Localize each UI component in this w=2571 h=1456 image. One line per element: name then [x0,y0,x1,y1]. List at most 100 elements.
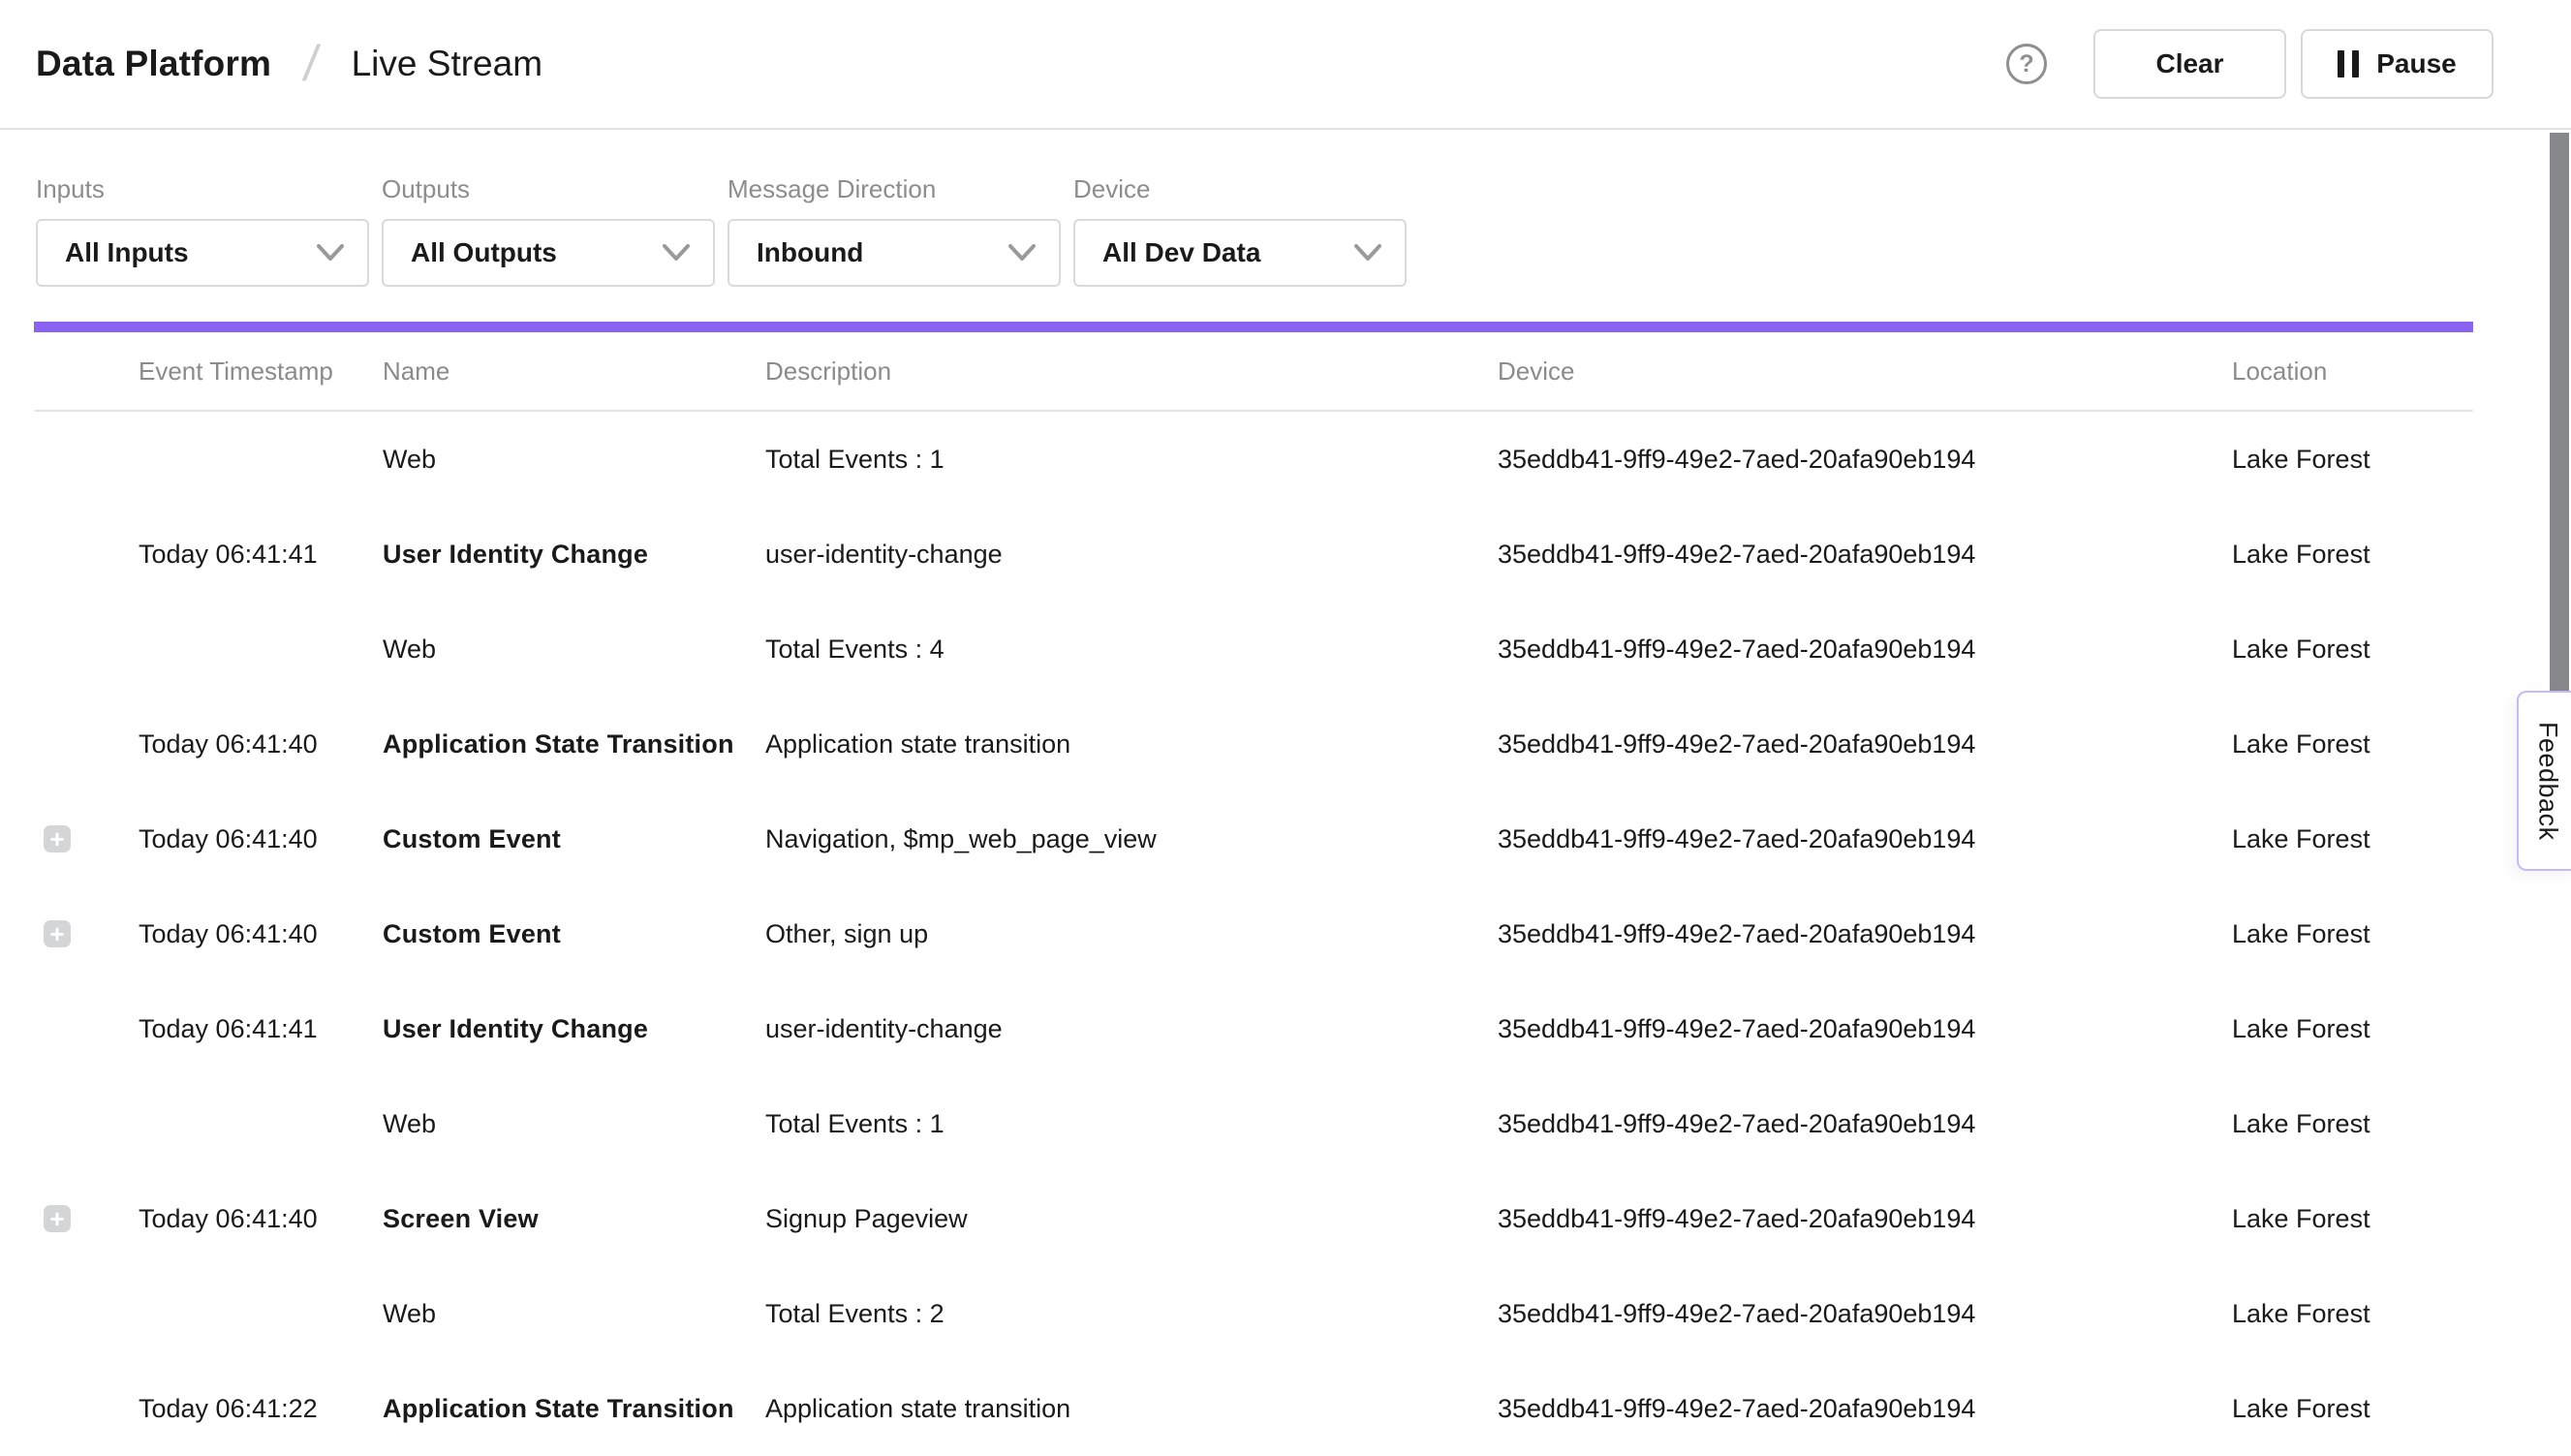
chevron-down-icon [1354,244,1381,262]
cell-location: Lake Forest [2232,1076,2370,1171]
inputs-select-value: All Inputs [65,237,189,268]
cell-location: Lake Forest [2232,791,2370,886]
cell-name: Application State Transition [383,1361,734,1456]
cell-name: Custom Event [383,886,561,981]
table-row: Today 06:41:41User Identity Changeuser-i… [0,507,2571,602]
column-header-description: Description [765,356,891,387]
breadcrumb-separator: / [301,39,323,89]
table-row: Web Total Events : 1 35eddb41-9ff9-49e2-7a… [0,412,2571,507]
filter-bar: Inputs All Inputs Outputs All Outputs Me… [0,130,2571,287]
page-title: Live Stream [352,44,542,84]
filter-label: Inputs [36,174,369,204]
table-row: WebTotal Events : 235eddb41-9ff9-49e2-7a… [0,1266,2571,1361]
expand-row-button[interactable]: + [44,825,71,852]
cell-event-timestamp: Today 06:41:41 [139,507,318,602]
column-header-event-timestamp: Event Timestamp [139,356,333,387]
cell-description: user-identity-change [765,981,1003,1076]
cell-device: 35eddb41-9ff9-49e2-7aed-20afa90eb194 [1498,791,1975,886]
top-bar-actions: ? Clear Pause [2006,29,2494,99]
cell-event-timestamp: Today 06:41:41 [139,981,318,1076]
cell-location: Lake Forest [2232,697,2370,791]
filter-device: Device All Dev Data [1073,174,1407,287]
column-header-location: Location [2232,356,2327,387]
table-row: Today 06:41:41 User Identity Change user-i… [0,981,2571,1076]
vertical-scrollbar-thumb[interactable] [2550,133,2569,720]
filter-label: Outputs [382,174,715,204]
cell-name: Web [383,1076,436,1171]
cell-location: Lake Forest [2232,602,2370,697]
column-header-device: Device [1498,356,1574,387]
table-row: +Today 06:41:40Custom EventNavigation, $… [0,791,2571,886]
event-stream-table: Web Total Events : 1 35eddb41-9ff9-49e2-7a… [0,412,2571,1456]
cell-description: Total Events : 2 [765,1266,945,1361]
cell-device: 35eddb41-9ff9-49e2-7aed-20afa90eb194 [1498,412,1975,507]
column-header-name: Name [383,356,449,387]
table-row: + Today 06:41:40 Custom Event Other, sign u… [0,886,2571,981]
cell-location: Lake Forest [2232,507,2370,602]
filter-label: Message Direction [728,174,1061,204]
feedback-tab-label: Feedback [2533,722,2563,841]
cell-name: User Identity Change [383,981,648,1076]
cell-description: Total Events : 4 [765,602,945,697]
cell-name: Custom Event [383,791,561,886]
device-select[interactable]: All Dev Data [1073,219,1407,287]
cell-location: Lake Forest [2232,1361,2370,1456]
cell-device: 35eddb41-9ff9-49e2-7aed-20afa90eb194 [1498,697,1975,791]
filter-message-direction: Message Direction Inbound [728,174,1061,287]
table-row: Today 06:41:22 Application State Transiti… [0,1361,2571,1456]
chevron-down-icon [317,244,344,262]
table-row: Web Total Events : 4 35eddb41-9ff9-49e2-7a… [0,602,2571,697]
message-direction-select[interactable]: Inbound [728,219,1061,287]
cell-device: 35eddb41-9ff9-49e2-7aed-20afa90eb194 [1498,981,1975,1076]
cell-description: Navigation, $mp_web_page_view [765,791,1157,886]
cell-event-timestamp: Today 06:41:40 [139,886,318,981]
cell-device: 35eddb41-9ff9-49e2-7aed-20afa90eb194 [1498,1361,1975,1456]
help-icon[interactable]: ? [2006,44,2047,84]
cell-location: Lake Forest [2232,1171,2370,1266]
outputs-select[interactable]: All Outputs [382,219,715,287]
cell-event-timestamp: Today 06:41:22 [139,1361,318,1456]
outputs-select-value: All Outputs [411,237,557,268]
message-direction-select-value: Inbound [757,237,863,268]
expand-row-button[interactable]: + [44,1205,71,1232]
chevron-down-icon [663,244,690,262]
cell-device: 35eddb41-9ff9-49e2-7aed-20afa90eb194 [1498,602,1975,697]
accent-divider [34,322,2473,332]
cell-name: Web [383,412,436,507]
table-row: +Today 06:41:40Screen ViewSignup Pagevie… [0,1171,2571,1266]
table-row: Today 06:41:40 Application State Transiti… [0,697,2571,791]
cell-location: Lake Forest [2232,886,2370,981]
cell-description: user-identity-change [765,507,1003,602]
cell-name: Web [383,602,436,697]
cell-description: Other, sign up [765,886,928,981]
breadcrumb: Data Platform / Live Stream [36,39,542,89]
cell-description: Total Events : 1 [765,1076,945,1171]
cell-device: 35eddb41-9ff9-49e2-7aed-20afa90eb194 [1498,886,1975,981]
chevron-down-icon [1008,244,1036,262]
cell-device: 35eddb41-9ff9-49e2-7aed-20afa90eb194 [1498,1266,1975,1361]
table-row: WebTotal Events : 135eddb41-9ff9-49e2-7a… [0,1076,2571,1171]
cell-device: 35eddb41-9ff9-49e2-7aed-20afa90eb194 [1498,1171,1975,1266]
cell-name: Application State Transition [383,697,734,791]
filter-outputs: Outputs All Outputs [382,174,715,287]
cell-name: Screen View [383,1171,539,1266]
pause-button[interactable]: Pause [2301,29,2494,99]
inputs-select[interactable]: All Inputs [36,219,369,287]
pause-icon [2338,50,2359,77]
clear-button[interactable]: Clear [2093,29,2286,99]
cell-description: Total Events : 1 [765,412,945,507]
expand-row-button[interactable]: + [44,920,71,947]
breadcrumb-section[interactable]: Data Platform [36,44,271,84]
cell-location: Lake Forest [2232,981,2370,1076]
cell-event-timestamp: Today 06:41:40 [139,697,318,791]
device-select-value: All Dev Data [1102,237,1260,268]
cell-description: Signup Pageview [765,1171,968,1266]
filter-inputs: Inputs All Inputs [36,174,369,287]
cell-location: Lake Forest [2232,1266,2370,1361]
clear-button-label: Clear [2155,48,2223,79]
cell-description: Application state transition [765,697,1070,791]
filter-label: Device [1073,174,1407,204]
cell-device: 35eddb41-9ff9-49e2-7aed-20afa90eb194 [1498,507,1975,602]
top-bar: Data Platform / Live Stream ? Clear Paus… [0,0,2571,130]
feedback-tab[interactable]: Feedback [2517,691,2571,871]
